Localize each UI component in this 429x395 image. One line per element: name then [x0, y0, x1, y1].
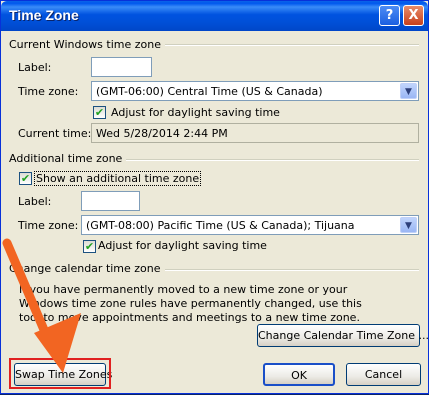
help-button[interactable]: ?: [379, 5, 400, 26]
current-dst-label: Adjust for daylight saving time: [111, 106, 280, 119]
current-timezone-value: (GMT-06:00) Central Time (US & Canada): [96, 85, 323, 98]
additional-timezone-value: (GMT-08:00) Pacific Time (US & Canada); …: [86, 219, 355, 232]
current-label-caption: Label:: [18, 61, 52, 74]
close-button[interactable]: X: [403, 5, 424, 26]
change-description: If you have permanently moved to a new t…: [19, 283, 362, 324]
show-additional-checkbox[interactable]: ✔: [19, 172, 32, 185]
chevron-down-icon[interactable]: ▼: [400, 217, 417, 233]
current-label-input[interactable]: [91, 57, 152, 77]
current-section-title: Current Windows time zone: [9, 38, 166, 51]
cancel-button[interactable]: Cancel: [346, 363, 421, 386]
highlight-box: [9, 358, 111, 389]
additional-label-caption: Label:: [18, 195, 52, 208]
current-time-value: Wed 5/28/2014 2:44 PM: [96, 127, 228, 140]
show-additional-label: Show an additional time zone: [34, 171, 202, 186]
dialog-title: Time Zone: [9, 7, 79, 23]
change-section-title: Change calendar time zone: [9, 262, 165, 275]
current-time-field: Wed 5/28/2014 2:44 PM: [91, 123, 419, 143]
additional-section-title: Additional time zone: [9, 152, 127, 165]
additional-dst-checkbox[interactable]: ✔: [83, 240, 96, 253]
current-timezone-select[interactable]: (GMT-06:00) Central Time (US & Canada) ▼: [91, 81, 419, 101]
title-bar[interactable]: Time Zone ? X: [1, 1, 428, 31]
current-time-caption: Current time:: [18, 127, 92, 140]
chevron-down-icon[interactable]: ▼: [400, 83, 417, 99]
additional-dst-label: Adjust for daylight saving time: [98, 239, 267, 252]
additional-timezone-select[interactable]: (GMT-08:00) Pacific Time (US & Canada); …: [81, 215, 419, 235]
ok-button[interactable]: OK: [263, 363, 335, 386]
change-calendar-time-zone-button[interactable]: Change Calendar Time Zone ...: [257, 324, 429, 347]
current-timezone-caption: Time zone:: [18, 85, 79, 98]
current-dst-checkbox[interactable]: ✔: [93, 106, 106, 119]
additional-label-input[interactable]: [81, 191, 140, 211]
additional-timezone-caption: Time zone:: [18, 219, 79, 232]
time-zone-dialog: Time Zone ? X Current Windows time zone …: [0, 0, 429, 394]
